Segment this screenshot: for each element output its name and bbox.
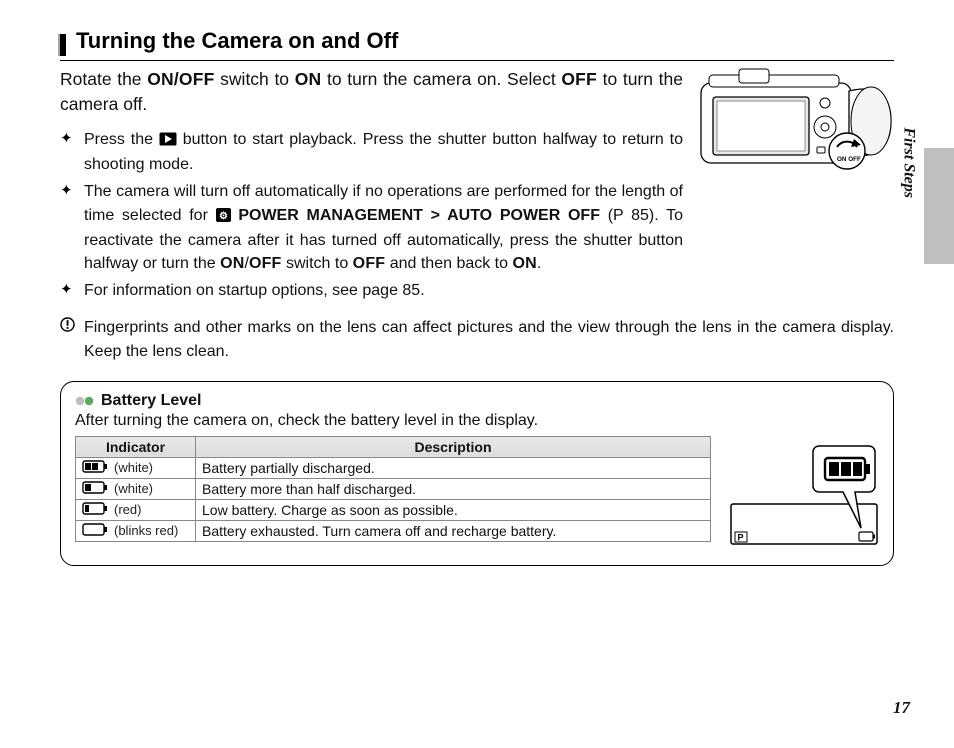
indicator-description: Battery partially discharged. (196, 457, 711, 478)
indicator-description: Battery more than half discharged. (196, 478, 711, 499)
bullet-item: ✦ For information on startup options, se… (60, 279, 683, 302)
battery-table: Indicator Description (white) Battery par… (75, 436, 711, 542)
bullet-list: ✦ Press the button to start playback. Pr… (60, 128, 683, 302)
battery-level-box: Battery Level After turning the camera o… (60, 381, 894, 566)
caution-icon (60, 316, 76, 362)
battery-indicator-icon (82, 460, 108, 476)
note-dots-icon (75, 395, 95, 407)
section-name-side: First Steps (900, 127, 918, 198)
table-row: (blinks red) Battery exhausted. Turn came… (76, 520, 711, 541)
page-number: 17 (893, 698, 910, 718)
col-description: Description (196, 436, 711, 457)
battery-title: Battery Level (101, 392, 202, 410)
side-thumb-tab (924, 148, 954, 264)
camera-display-illustration: P (729, 436, 879, 553)
battery-subtitle: After turning the camera on, check the b… (75, 412, 879, 430)
indicator-description: Battery exhausted. Turn camera off and r… (196, 520, 711, 541)
heading-underline (60, 60, 894, 61)
heading-row: Turning the Camera on and Off (60, 28, 894, 56)
bullet-item: ✦ The camera will turn off automatically… (60, 180, 683, 275)
playback-icon (159, 130, 177, 153)
note-bullet-icon: ✦ (60, 128, 76, 176)
heading-bullet-icon (60, 34, 66, 56)
battery-indicator-icon (82, 502, 108, 518)
battery-indicator-icon (82, 481, 108, 497)
indicator-label: (white) (114, 481, 153, 496)
indicator-label: (white) (114, 460, 153, 475)
note-bullet-icon: ✦ (60, 180, 76, 275)
svg-text:⚙: ⚙ (219, 211, 228, 222)
note-bullet-icon: ✦ (60, 279, 76, 302)
camera-back-illustration: ON OFF (699, 67, 894, 175)
col-indicator: Indicator (76, 436, 196, 457)
battery-indicator-icon (82, 523, 108, 539)
indicator-label: (red) (114, 502, 141, 517)
svg-text:P: P (738, 532, 744, 542)
indicator-label: (blinks red) (114, 523, 178, 538)
indicator-description: Low battery. Charge as soon as possible. (196, 499, 711, 520)
bullet-item: ✦ Press the button to start playback. Pr… (60, 128, 683, 176)
wrench-icon: ⚙ (216, 206, 231, 229)
onoff-switch-label: ON OFF (837, 156, 861, 163)
intro-paragraph: Rotate the ON/OFF switch to ON to turn t… (60, 67, 683, 306)
page-heading: Turning the Camera on and Off (76, 28, 398, 56)
table-row: (red) Low battery. Charge as soon as poss… (76, 499, 711, 520)
caution-note: Fingerprints and other marks on the lens… (60, 316, 894, 362)
table-row: (white) Battery partially discharged. (76, 457, 711, 478)
table-row: (white) Battery more than half discharged… (76, 478, 711, 499)
manual-page: First Steps Turning the Camera on and Of… (0, 0, 954, 748)
